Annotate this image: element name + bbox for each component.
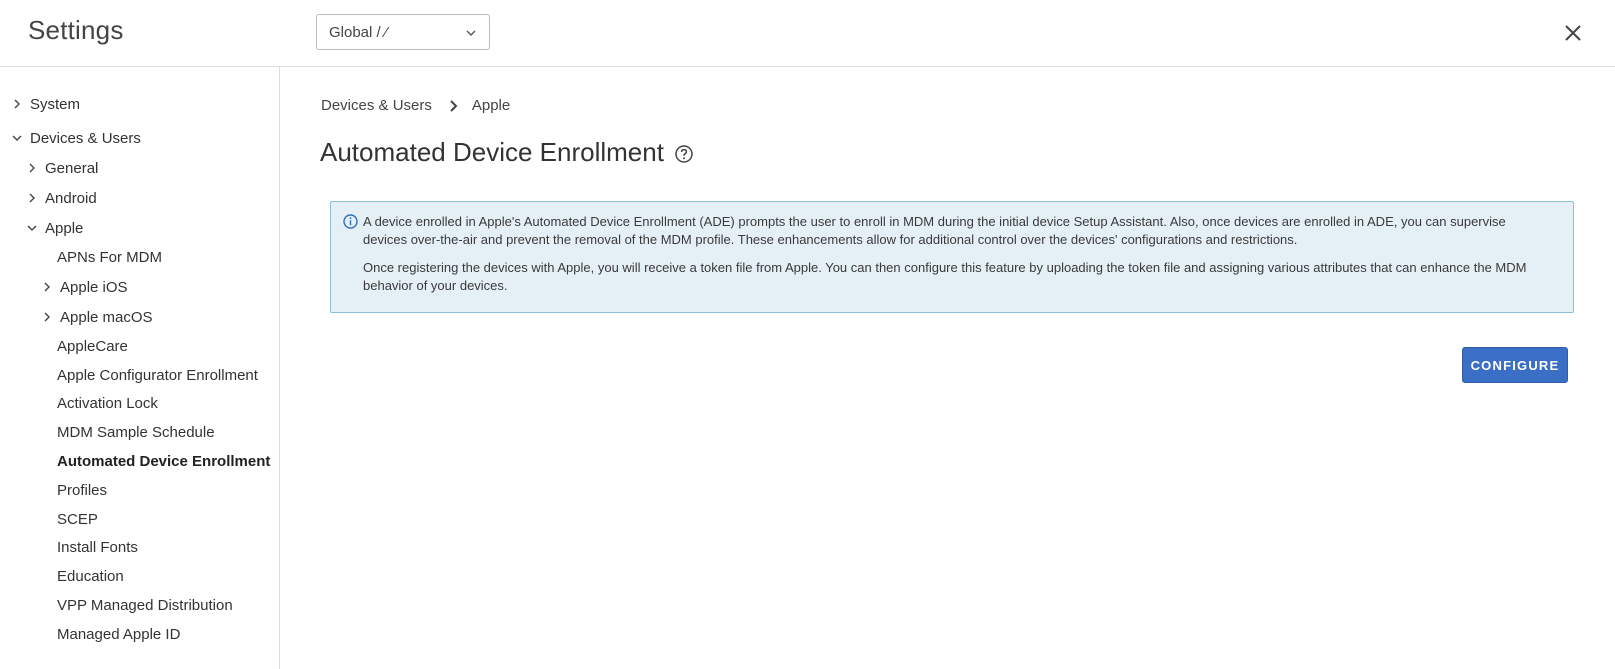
- header: Settings Global / ⁄: [0, 0, 1615, 67]
- sidebar-item-label: SCEP: [57, 510, 98, 528]
- chevron-right-icon: [29, 163, 35, 173]
- sidebar-item-android[interactable]: Android: [25, 186, 97, 210]
- sidebar-item-mdm-sample-schedule[interactable]: MDM Sample Schedule: [57, 420, 215, 444]
- breadcrumb-item[interactable]: Devices & Users: [321, 97, 432, 114]
- page-title: Automated Device Enrollment: [320, 137, 694, 168]
- chevron-right-icon: [14, 99, 20, 109]
- sidebar-item-system[interactable]: System: [10, 92, 80, 116]
- sidebar-item-label: General: [45, 159, 99, 177]
- sidebar: System Devices & Users General Android A…: [0, 67, 280, 669]
- sidebar-item-label: Profiles: [57, 481, 108, 499]
- sidebar-item-profiles[interactable]: Profiles: [57, 478, 107, 502]
- breadcrumb-item[interactable]: Apple: [472, 97, 510, 114]
- sidebar-item-label: Apple: [45, 219, 84, 237]
- sidebar-item-managed-apple-id[interactable]: Managed Apple ID: [57, 622, 180, 646]
- sidebar-item-label: System: [30, 95, 81, 113]
- sidebar-item-apple[interactable]: Apple: [25, 216, 83, 240]
- chevron-right-icon: [44, 282, 50, 292]
- help-circle-icon[interactable]: [674, 144, 694, 164]
- sidebar-item-label: VPP Managed Distribution: [57, 596, 233, 614]
- configure-button[interactable]: CONFIGURE: [1462, 347, 1568, 383]
- chevron-down-icon: [27, 225, 37, 231]
- sidebar-item-apple-ios[interactable]: Apple iOS: [40, 275, 128, 299]
- sidebar-item-label: Education: [57, 567, 124, 585]
- close-icon[interactable]: [1560, 20, 1586, 46]
- sidebar-item-label: Apple Configurator Enrollment: [57, 366, 258, 384]
- scope-select[interactable]: Global / ⁄: [316, 14, 490, 50]
- sidebar-item-devices-users[interactable]: Devices & Users: [10, 126, 141, 150]
- sidebar-item-label: Automated Device Enrollment: [57, 452, 271, 470]
- chevron-right-icon: [44, 312, 50, 322]
- sidebar-item-label: Managed Apple ID: [57, 625, 181, 643]
- sidebar-item-label: Android: [45, 189, 97, 207]
- sidebar-item-automated-device-enrollment[interactable]: Automated Device Enrollment: [57, 449, 270, 473]
- main-content: Devices & Users Apple Automated Device E…: [281, 67, 1615, 669]
- sidebar-item-vpp-managed-distribution[interactable]: VPP Managed Distribution: [57, 593, 233, 617]
- scope-select-value: Global / ⁄: [329, 24, 388, 41]
- sidebar-item-applecare[interactable]: AppleCare: [57, 334, 128, 358]
- sidebar-item-activation-lock[interactable]: Activation Lock: [57, 391, 158, 415]
- sidebar-item-general[interactable]: General: [25, 156, 98, 180]
- info-paragraph: Once registering the devices with Apple,…: [363, 260, 1527, 293]
- sidebar-item-label: Activation Lock: [57, 394, 158, 412]
- sidebar-item-apns-for-mdm[interactable]: APNs For MDM: [57, 245, 162, 269]
- sidebar-item-label: AppleCare: [57, 337, 128, 355]
- sidebar-item-education[interactable]: Education: [57, 564, 124, 588]
- info-icon: [343, 214, 358, 229]
- sidebar-item-label: Apple macOS: [60, 308, 153, 326]
- page-title-text: Automated Device Enrollment: [320, 137, 664, 167]
- chevron-right-icon: [29, 193, 35, 203]
- info-box: A device enrolled in Apple's Automated D…: [330, 201, 1574, 313]
- sidebar-item-label: Devices & Users: [30, 129, 141, 147]
- sidebar-item-label: Install Fonts: [57, 538, 138, 556]
- sidebar-item-apple-configurator-enrollment[interactable]: Apple Configurator Enrollment: [57, 363, 258, 387]
- sidebar-item-scep[interactable]: SCEP: [57, 507, 98, 531]
- breadcrumb: Devices & Users Apple: [321, 97, 510, 114]
- chevron-down-icon: [466, 30, 476, 36]
- sidebar-item-apple-macos[interactable]: Apple macOS: [40, 305, 153, 329]
- sidebar-item-label: MDM Sample Schedule: [57, 423, 215, 441]
- sidebar-item-install-fonts[interactable]: Install Fonts: [57, 535, 138, 559]
- sidebar-item-label: Apple iOS: [60, 278, 128, 296]
- chevron-down-icon: [12, 135, 22, 141]
- info-paragraph: A device enrolled in Apple's Automated D…: [363, 214, 1506, 247]
- app-title: Settings: [28, 15, 124, 45]
- sidebar-item-label: APNs For MDM: [57, 248, 162, 266]
- chevron-right-icon: [450, 99, 458, 112]
